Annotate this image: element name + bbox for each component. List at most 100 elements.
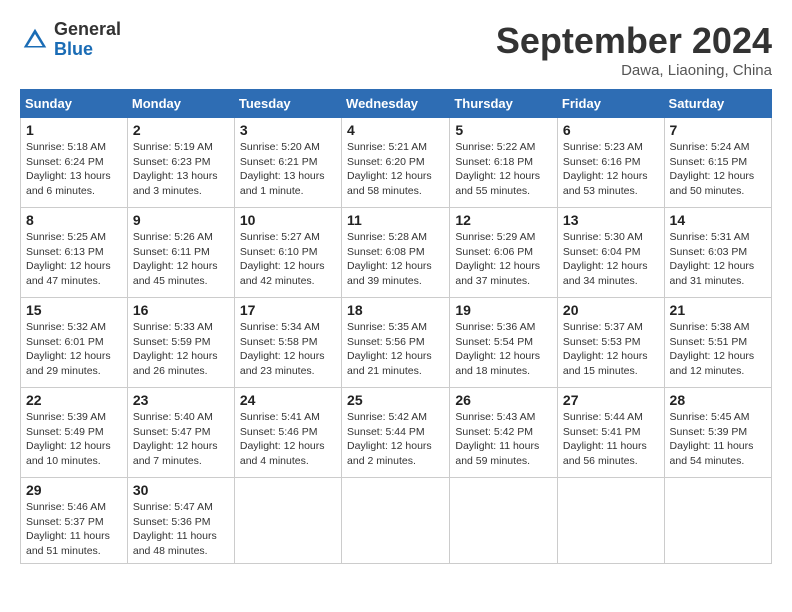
sunrise-text: Sunrise: 5:39 AM [26,411,106,423]
day-info: Sunrise: 5:41 AMSunset: 5:46 PMDaylight:… [240,410,336,469]
sunrise-text: Sunrise: 5:43 AM [455,411,535,423]
day-info: Sunrise: 5:38 AMSunset: 5:51 PMDaylight:… [670,320,766,379]
daylight-text: Daylight: 11 hours and 54 minutes. [670,440,754,467]
daylight-text: Daylight: 12 hours and 45 minutes. [133,260,218,287]
daylight-text: Daylight: 13 hours and 1 minute. [240,170,325,197]
day-info: Sunrise: 5:20 AMSunset: 6:21 PMDaylight:… [240,140,336,199]
day-info: Sunrise: 5:36 AMSunset: 5:54 PMDaylight:… [455,320,552,379]
daylight-text: Daylight: 11 hours and 56 minutes. [563,440,647,467]
sunrise-text: Sunrise: 5:32 AM [26,321,106,333]
daylight-text: Daylight: 12 hours and 7 minutes. [133,440,218,467]
day-number: 29 [26,482,122,498]
calendar-cell: 12Sunrise: 5:29 AMSunset: 6:06 PMDayligh… [450,208,558,298]
day-number: 1 [26,122,122,138]
daylight-text: Daylight: 12 hours and 18 minutes. [455,350,540,377]
day-info: Sunrise: 5:35 AMSunset: 5:56 PMDaylight:… [347,320,444,379]
day-number: 9 [133,212,229,228]
sunset-text: Sunset: 6:01 PM [26,336,104,348]
sunset-text: Sunset: 5:51 PM [670,336,748,348]
daylight-text: Daylight: 12 hours and 34 minutes. [563,260,648,287]
calendar-cell: 23Sunrise: 5:40 AMSunset: 5:47 PMDayligh… [127,388,234,478]
sunrise-text: Sunrise: 5:22 AM [455,141,535,153]
sunrise-text: Sunrise: 5:23 AM [563,141,643,153]
day-number: 21 [670,302,766,318]
calendar-cell: 1Sunrise: 5:18 AMSunset: 6:24 PMDaylight… [21,118,128,208]
day-number: 17 [240,302,336,318]
sunset-text: Sunset: 6:03 PM [670,246,748,258]
daylight-text: Daylight: 12 hours and 2 minutes. [347,440,432,467]
calendar-cell: 17Sunrise: 5:34 AMSunset: 5:58 PMDayligh… [234,298,341,388]
sunset-text: Sunset: 5:37 PM [26,516,104,528]
calendar-week-row: 1Sunrise: 5:18 AMSunset: 6:24 PMDaylight… [21,118,772,208]
sunset-text: Sunset: 6:06 PM [455,246,533,258]
logo-icon [20,25,50,55]
day-number: 5 [455,122,552,138]
daylight-text: Daylight: 12 hours and 39 minutes. [347,260,432,287]
calendar-table: Sunday Monday Tuesday Wednesday Thursday… [20,89,772,564]
sunrise-text: Sunrise: 5:44 AM [563,411,643,423]
sunset-text: Sunset: 6:21 PM [240,156,318,168]
sunset-text: Sunset: 5:44 PM [347,426,425,438]
daylight-text: Daylight: 12 hours and 21 minutes. [347,350,432,377]
calendar-cell: 9 Sunrise: 5:26 AMSunset: 6:11 PMDaylight… [127,208,234,298]
calendar-cell: 26Sunrise: 5:43 AMSunset: 5:42 PMDayligh… [450,388,558,478]
day-info: Sunrise: 5:26 AMSunset: 6:11 PMDaylight:… [133,230,229,289]
logo-general: General [54,20,121,40]
daylight-text: Daylight: 11 hours and 48 minutes. [133,530,217,557]
sunset-text: Sunset: 6:04 PM [563,246,641,258]
calendar-body: 1Sunrise: 5:18 AMSunset: 6:24 PMDaylight… [21,118,772,564]
day-info: Sunrise: 5:25 AMSunset: 6:13 PMDaylight:… [26,230,122,289]
sunrise-text: Sunrise: 5:24 AM [670,141,750,153]
calendar-cell: 2Sunrise: 5:19 AMSunset: 6:23 PMDaylight… [127,118,234,208]
daylight-text: Daylight: 12 hours and 53 minutes. [563,170,648,197]
sunset-text: Sunset: 6:13 PM [26,246,104,258]
calendar-cell: 11Sunrise: 5:28 AMSunset: 6:08 PMDayligh… [342,208,450,298]
sunrise-text: Sunrise: 5:21 AM [347,141,427,153]
calendar-cell [664,478,771,564]
sunrise-text: Sunrise: 5:42 AM [347,411,427,423]
calendar-week-row: 29 Sunrise: 5:46 AM Sunset: 5:37 PM Dayligh… [21,478,772,564]
day-info: Sunrise: 5:37 AMSunset: 5:53 PMDaylight:… [563,320,659,379]
calendar-cell: 28Sunrise: 5:45 AMSunset: 5:39 PMDayligh… [664,388,771,478]
calendar-cell: 24Sunrise: 5:41 AMSunset: 5:46 PMDayligh… [234,388,341,478]
col-friday: Friday [557,90,664,118]
day-number: 2 [133,122,229,138]
location: Dawa, Liaoning, China [496,62,772,79]
calendar-cell: 10Sunrise: 5:27 AMSunset: 6:10 PMDayligh… [234,208,341,298]
day-info: Sunrise: 5:21 AMSunset: 6:20 PMDaylight:… [347,140,444,199]
col-monday: Monday [127,90,234,118]
day-info: Sunrise: 5:44 AMSunset: 5:41 PMDaylight:… [563,410,659,469]
sunrise-text: Sunrise: 5:36 AM [455,321,535,333]
calendar-week-row: 22Sunrise: 5:39 AMSunset: 5:49 PMDayligh… [21,388,772,478]
day-number: 28 [670,392,766,408]
sunrise-text: Sunrise: 5:46 AM [26,501,106,513]
daylight-text: Daylight: 12 hours and 10 minutes. [26,440,111,467]
sunset-text: Sunset: 6:16 PM [563,156,641,168]
day-info: Sunrise: 5:32 AMSunset: 6:01 PMDaylight:… [26,320,122,379]
day-number: 12 [455,212,552,228]
day-number: 19 [455,302,552,318]
day-number: 11 [347,212,444,228]
sunset-text: Sunset: 6:23 PM [133,156,211,168]
logo: General Blue [20,20,121,60]
daylight-text: Daylight: 12 hours and 26 minutes. [133,350,218,377]
sunrise-text: Sunrise: 5:30 AM [563,231,643,243]
sunrise-text: Sunrise: 5:45 AM [670,411,750,423]
sunrise-text: Sunrise: 5:34 AM [240,321,320,333]
day-info: Sunrise: 5:24 AMSunset: 6:15 PMDaylight:… [670,140,766,199]
daylight-text: Daylight: 12 hours and 47 minutes. [26,260,111,287]
day-number: 27 [563,392,659,408]
calendar-cell: 7Sunrise: 5:24 AMSunset: 6:15 PMDaylight… [664,118,771,208]
col-wednesday: Wednesday [342,90,450,118]
day-number: 23 [133,392,229,408]
calendar-week-row: 15Sunrise: 5:32 AMSunset: 6:01 PMDayligh… [21,298,772,388]
col-saturday: Saturday [664,90,771,118]
day-info: Sunrise: 5:42 AM Sunset: 5:44 PM Daylight:… [347,410,444,469]
day-number: 6 [563,122,659,138]
sunrise-text: Sunrise: 5:28 AM [347,231,427,243]
logo-blue: Blue [54,40,121,60]
day-number: 18 [347,302,444,318]
sunset-text: Sunset: 5:46 PM [240,426,318,438]
calendar-week-row: 8Sunrise: 5:25 AMSunset: 6:13 PMDaylight… [21,208,772,298]
calendar-cell: 25Sunrise: 5:42 AMSunset: 5:44 PMDayligh… [342,388,450,478]
